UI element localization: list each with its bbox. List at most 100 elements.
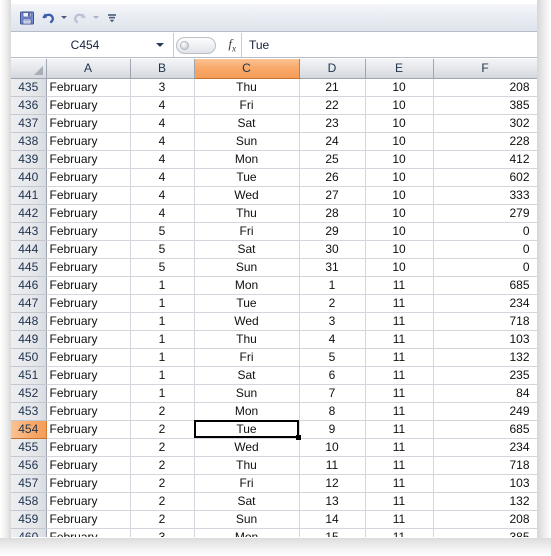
chevron-down-icon[interactable] [156, 43, 164, 47]
cell-E460[interactable]: 11 [365, 528, 434, 537]
function-icon[interactable]: fx [228, 36, 237, 54]
cell-C448[interactable]: Wed [194, 312, 300, 331]
cell-A438[interactable]: February [46, 132, 131, 151]
cell-B449[interactable]: 1 [130, 330, 195, 349]
cell-A445[interactable]: February [46, 258, 131, 277]
cell-E448[interactable]: 11 [365, 312, 434, 331]
cell-F449[interactable]: 103 [433, 330, 537, 349]
cell-F456[interactable]: 718 [433, 456, 537, 475]
cell-D446[interactable]: 1 [299, 276, 366, 295]
cell-D438[interactable]: 24 [299, 132, 366, 151]
cell-A444[interactable]: February [46, 240, 131, 259]
cell-C436[interactable]: Fri [194, 96, 300, 115]
cell-B439[interactable]: 4 [130, 150, 195, 169]
cell-B445[interactable]: 5 [130, 258, 195, 277]
cell-F447[interactable]: 234 [433, 294, 537, 313]
save-button[interactable] [16, 7, 37, 28]
cell-E444[interactable]: 10 [365, 240, 434, 259]
cell-B452[interactable]: 1 [130, 384, 195, 403]
cell-E450[interactable]: 11 [365, 348, 434, 367]
cell-D440[interactable]: 26 [299, 168, 366, 187]
cell-F444[interactable]: 0 [433, 240, 537, 259]
cell-F436[interactable]: 385 [433, 96, 537, 115]
column-header-d[interactable]: D [299, 59, 366, 79]
cell-E446[interactable]: 11 [365, 276, 434, 295]
row-header-447[interactable]: 447 [11, 294, 47, 313]
cell-E435[interactable]: 10 [365, 78, 434, 97]
cell-D459[interactable]: 14 [299, 510, 366, 529]
cell-D439[interactable]: 25 [299, 150, 366, 169]
cell-C446[interactable]: Mon [194, 276, 300, 295]
cell-E440[interactable]: 10 [365, 168, 434, 187]
cell-A441[interactable]: February [46, 186, 131, 205]
cell-B442[interactable]: 4 [130, 204, 195, 223]
cell-F451[interactable]: 235 [433, 366, 537, 385]
cell-D458[interactable]: 13 [299, 492, 366, 511]
cell-E451[interactable]: 11 [365, 366, 434, 385]
cell-A457[interactable]: February [46, 474, 131, 493]
cell-E442[interactable]: 10 [365, 204, 434, 223]
row-header-445[interactable]: 445 [11, 258, 47, 277]
column-header-c[interactable]: C [194, 59, 300, 79]
cell-A453[interactable]: February [46, 402, 131, 421]
row-header-435[interactable]: 435 [11, 78, 47, 97]
cell-D449[interactable]: 4 [299, 330, 366, 349]
cell-B437[interactable]: 4 [130, 114, 195, 133]
row-header-451[interactable]: 451 [11, 366, 47, 385]
select-all-button[interactable] [11, 59, 47, 79]
row-header-455[interactable]: 455 [11, 438, 47, 457]
cell-A450[interactable]: February [46, 348, 131, 367]
name-box[interactable]: C454 [11, 33, 174, 57]
row-header-443[interactable]: 443 [11, 222, 47, 241]
cell-A454[interactable]: February [46, 420, 131, 439]
cell-A459[interactable]: February [46, 510, 131, 529]
cell-D444[interactable]: 30 [299, 240, 366, 259]
cell-A443[interactable]: February [46, 222, 131, 241]
row-header-456[interactable]: 456 [11, 456, 47, 475]
insert-function-pill[interactable] [176, 36, 216, 54]
cell-C437[interactable]: Sat [194, 114, 300, 133]
cell-D453[interactable]: 8 [299, 402, 366, 421]
cell-D436[interactable]: 22 [299, 96, 366, 115]
cell-D456[interactable]: 11 [299, 456, 366, 475]
cell-E459[interactable]: 11 [365, 510, 434, 529]
cell-E455[interactable]: 11 [365, 438, 434, 457]
worksheet-grid[interactable]: A B C D E F 435 February 3 Thu 21 10 208 436 Feb… [11, 59, 537, 537]
row-header-449[interactable]: 449 [11, 330, 47, 349]
cell-D457[interactable]: 12 [299, 474, 366, 493]
cell-A451[interactable]: February [46, 366, 131, 385]
cell-C455[interactable]: Wed [194, 438, 300, 457]
cell-C452[interactable]: Sun [194, 384, 300, 403]
row-header-439[interactable]: 439 [11, 150, 47, 169]
cell-B438[interactable]: 4 [130, 132, 195, 151]
cell-F435[interactable]: 208 [433, 78, 537, 97]
row-header-452[interactable]: 452 [11, 384, 47, 403]
row-header-457[interactable]: 457 [11, 474, 47, 493]
cell-C435[interactable]: Thu [194, 78, 300, 97]
cell-C439[interactable]: Mon [194, 150, 300, 169]
cell-C447[interactable]: Tue [194, 294, 300, 313]
cell-B450[interactable]: 1 [130, 348, 195, 367]
cell-E437[interactable]: 10 [365, 114, 434, 133]
row-header-437[interactable]: 437 [11, 114, 47, 133]
cell-A435[interactable]: February [46, 78, 131, 97]
cell-C441[interactable]: Wed [194, 186, 300, 205]
cell-A437[interactable]: February [46, 114, 131, 133]
row-header-454[interactable]: 454 [11, 420, 47, 439]
row-header-444[interactable]: 444 [11, 240, 47, 259]
cell-D445[interactable]: 31 [299, 258, 366, 277]
cell-B443[interactable]: 5 [130, 222, 195, 241]
cell-F446[interactable]: 685 [433, 276, 537, 295]
cell-F460[interactable]: 385 [433, 528, 537, 537]
cell-C454[interactable]: Tue [194, 420, 300, 439]
cell-A455[interactable]: February [46, 438, 131, 457]
cell-D460[interactable]: 15 [299, 528, 366, 537]
cell-C451[interactable]: Sat [194, 366, 300, 385]
cell-C445[interactable]: Sun [194, 258, 300, 277]
cell-B446[interactable]: 1 [130, 276, 195, 295]
cell-B444[interactable]: 5 [130, 240, 195, 259]
cell-D448[interactable]: 3 [299, 312, 366, 331]
cell-F445[interactable]: 0 [433, 258, 537, 277]
cell-B440[interactable]: 4 [130, 168, 195, 187]
cell-A452[interactable]: February [46, 384, 131, 403]
